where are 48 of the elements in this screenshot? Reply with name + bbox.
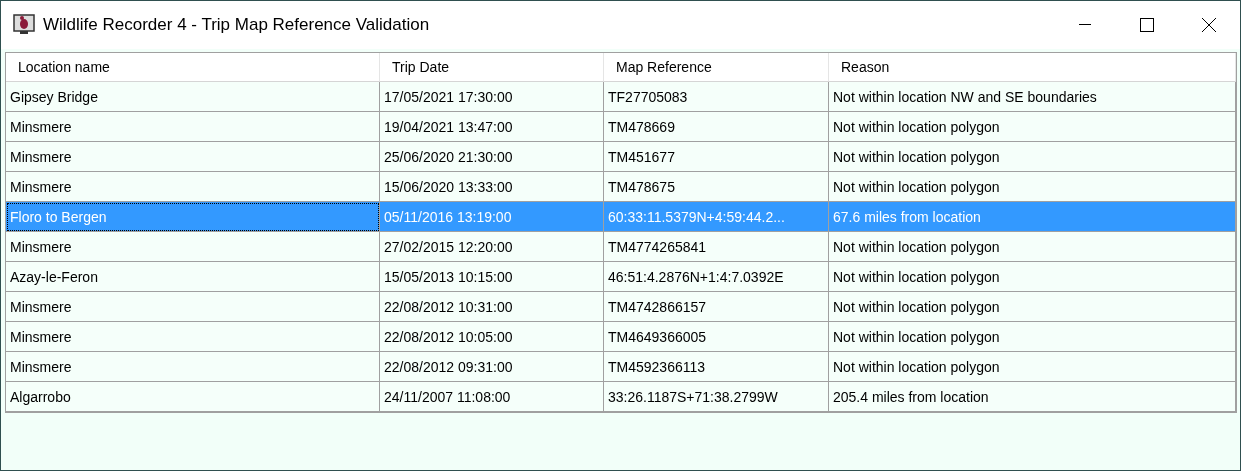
column-header[interactable]: Reason (829, 53, 1236, 82)
close-icon (1202, 18, 1216, 32)
table-cell[interactable]: TM478675 (604, 172, 829, 202)
table-cell[interactable]: 22/08/2012 10:05:00 (380, 322, 604, 352)
table-cell[interactable]: Gipsey Bridge (6, 82, 380, 112)
table-cell[interactable]: Minsmere (6, 142, 380, 172)
table-cell[interactable]: TF27705083 (604, 82, 829, 112)
table-cell[interactable]: 15/06/2020 13:33:00 (380, 172, 604, 202)
table-cell[interactable]: TM478669 (604, 112, 829, 142)
window-title: Wildlife Recorder 4 - Trip Map Reference Validation (43, 15, 431, 35)
column-header[interactable]: Map Reference (604, 53, 829, 82)
table-cell[interactable]: 25/06/2020 21:30:00 (380, 142, 604, 172)
table-cell[interactable]: TM4774265841 (604, 232, 829, 262)
table-cell[interactable]: Minsmere (6, 352, 380, 382)
table-cell[interactable]: 17/05/2021 17:30:00 (380, 82, 604, 112)
maximize-icon (1140, 18, 1154, 32)
table-cell[interactable]: 33:26.1187S+71:38.2799W (604, 382, 829, 412)
table-cell[interactable]: TM451677 (604, 142, 829, 172)
table-cell[interactable]: Minsmere (6, 232, 380, 262)
table-cell[interactable]: TM4592366113 (604, 352, 829, 382)
table-cell[interactable]: Minsmere (6, 112, 380, 142)
table-cell[interactable]: TM4742866157 (604, 292, 829, 322)
table-cell[interactable]: Azay-le-Feron (6, 262, 380, 292)
table-cell[interactable]: Not within location polygon (829, 352, 1236, 382)
table-cell[interactable]: 15/05/2013 10:15:00 (380, 262, 604, 292)
table-cell[interactable]: 27/02/2015 12:20:00 (380, 232, 604, 262)
table-cell[interactable]: 24/11/2007 11:08:00 (380, 382, 604, 412)
table-cell[interactable]: 46:51:4.2876N+1:4:7.0392E (604, 262, 829, 292)
table-cell[interactable]: 22/08/2012 09:31:00 (380, 352, 604, 382)
table-cell[interactable]: 19/04/2021 13:47:00 (380, 112, 604, 142)
table-cell[interactable]: Minsmere (6, 322, 380, 352)
table-cell[interactable]: Not within location polygon (829, 292, 1236, 322)
table-cell[interactable]: Not within location polygon (829, 112, 1236, 142)
column-header[interactable]: Trip Date (380, 53, 604, 82)
table-cell[interactable]: Not within location polygon (829, 142, 1236, 172)
table-cell[interactable]: Not within location polygon (829, 232, 1236, 262)
table-cell[interactable]: TM4649366005 (604, 322, 829, 352)
table-cell[interactable]: Algarrobo (6, 382, 380, 412)
table-cell[interactable]: Minsmere (6, 172, 380, 202)
table-cell[interactable]: Minsmere (6, 292, 380, 322)
table-cell[interactable]: Not within location polygon (829, 322, 1236, 352)
minimize-icon (1079, 24, 1091, 26)
table-cell[interactable]: 205.4 miles from location (829, 382, 1236, 412)
column-header[interactable]: Location name (6, 53, 380, 82)
table-cell[interactable]: Not within location NW and SE boundaries (829, 82, 1236, 112)
table-cell[interactable]: 22/08/2012 10:31:00 (380, 292, 604, 322)
table-cell[interactable]: Not within location polygon (829, 172, 1236, 202)
table-cell[interactable]: Not within location polygon (829, 262, 1236, 292)
